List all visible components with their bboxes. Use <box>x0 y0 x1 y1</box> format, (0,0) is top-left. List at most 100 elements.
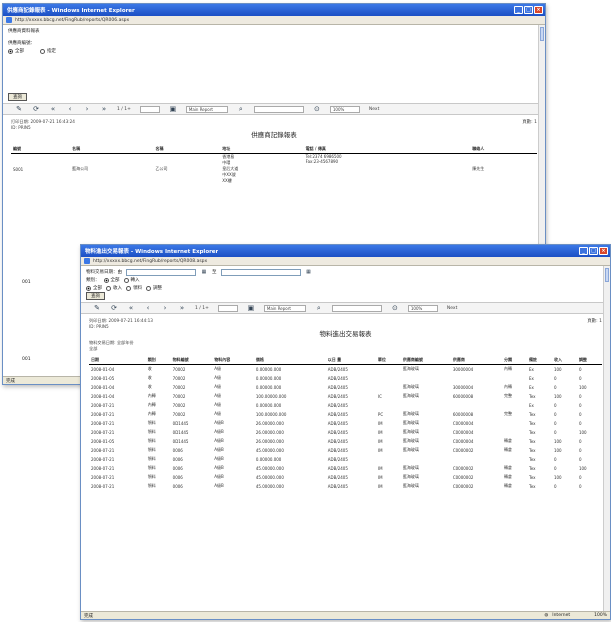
front-date-from-input[interactable] <box>126 268 196 276</box>
table-cell: 內轉 <box>147 402 156 407</box>
column-header: 分類 <box>502 356 527 365</box>
table-cell: 完整 <box>504 393 513 398</box>
column-header: 價格 <box>253 356 326 365</box>
front-search-input[interactable] <box>331 304 382 312</box>
table-cell: 70002 <box>172 375 186 381</box>
close-icon[interactable]: × <box>599 247 608 255</box>
calendar-icon[interactable]: ▦ <box>200 268 208 276</box>
back-radio-all[interactable]: 全部 <box>8 48 24 54</box>
first-page-icon[interactable]: « <box>127 304 135 312</box>
front-scrollbar[interactable] <box>603 266 610 611</box>
front-zoom-select[interactable]: 100% <box>407 304 438 312</box>
back-page-input[interactable] <box>139 105 160 113</box>
table-row: S001 藍海公司 乙公司 香港島 中環 皇后大道 中XX號 XX樓 Tel:2374 … <box>11 154 537 185</box>
table-cell: IC <box>377 393 382 399</box>
back-report-body: 打印日期: 2009-07-21 16:43:24 ID: PRIN5 供應商記… <box>3 115 545 188</box>
front-type-radio-in[interactable]: 轉入 <box>123 277 140 283</box>
prev-page-icon[interactable]: ‹ <box>66 105 74 113</box>
export-icon[interactable]: ▣ <box>247 304 255 312</box>
calendar-icon[interactable]: ▦ <box>305 268 313 276</box>
table-cell: IM <box>377 429 383 435</box>
table-cell: 70002 <box>172 393 186 399</box>
next-page-icon[interactable]: › <box>161 304 169 312</box>
front-kind-radio-issue[interactable]: 領料 <box>126 285 142 291</box>
front-address-bar[interactable]: http://xxxxx.bbcg.net/FingRub/reports/QR… <box>81 257 610 266</box>
table-cell: 藍海玻璃 <box>402 429 419 434</box>
search-icon[interactable]: ⌕ <box>237 105 245 113</box>
front-kind-radio-adjust[interactable]: 調整 <box>146 285 162 291</box>
column-header: 類別 <box>145 356 171 365</box>
front-report-toolbar: ✎ ⟳ « ‹ › » 1 / 1+ ▣ Main Report ⌕ ⊙ 100… <box>81 302 610 314</box>
table-cell: 30000004 <box>452 384 474 390</box>
table-cell: 收 <box>147 366 152 372</box>
back-url[interactable]: http://xxxxx.bbcg.net/FingRub/reports/QR… <box>15 18 129 23</box>
table-cell: A級B <box>214 447 224 452</box>
front-browser-window: 物料進出交易報表 - Windows Internet Explorer _ □… <box>80 244 611 620</box>
column-header: 單位 <box>375 356 401 365</box>
back-export-select[interactable]: Main Report <box>185 105 228 113</box>
back-query-button[interactable]: 查詢 <box>8 93 27 101</box>
back-filter-label: 供應商編號： <box>8 41 35 46</box>
close-icon[interactable]: × <box>534 6 543 14</box>
first-page-icon[interactable]: « <box>49 105 57 113</box>
back-search-input[interactable] <box>253 105 304 113</box>
table-cell <box>451 455 502 464</box>
export-icon[interactable]: ▣ <box>169 105 177 113</box>
back-zoom-select[interactable]: 100% <box>329 105 360 113</box>
front-title-bar[interactable]: 物料進出交易報表 - Windows Internet Explorer _ □… <box>81 245 610 257</box>
table-cell: A級B <box>214 465 224 470</box>
table-cell: 70002 <box>172 411 186 417</box>
search-icon[interactable]: ⌕ <box>315 304 323 312</box>
table-cell: 100 <box>553 447 562 453</box>
back-title-bar[interactable]: 供應商記錄報表 - Windows Internet Explorer _ □ … <box>3 4 545 16</box>
front-date-to-input[interactable] <box>220 268 301 276</box>
front-type-radio-all[interactable]: 全部 <box>103 277 120 283</box>
last-page-icon[interactable]: » <box>178 304 186 312</box>
table-cell: 領料 <box>147 483 156 488</box>
table-row: 2008-07-21 領料 0006 A級B 45.00000.000 ADB/2405 I… <box>89 482 602 491</box>
table-cell: 70002 <box>172 402 186 408</box>
table-cell: 0.00000.000 <box>255 375 282 381</box>
print-icon[interactable]: ✎ <box>15 105 23 113</box>
back-next-link[interactable]: Next <box>369 107 379 112</box>
maximize-icon[interactable]: □ <box>524 6 533 14</box>
binoculars-icon[interactable]: ⊙ <box>391 304 399 312</box>
table-cell: C0000002 <box>452 483 474 489</box>
table-cell: A級 <box>214 402 222 407</box>
table-cell: 0 <box>578 447 582 453</box>
back-address-bar[interactable]: http://xxxxx.bbcg.net/FingRub/reports/QR… <box>3 16 545 25</box>
refresh-icon[interactable]: ⟳ <box>32 105 40 113</box>
front-url[interactable]: http://xxxxx.bbcg.net/FingRub/reports/QR… <box>93 259 207 264</box>
table-cell: 乙公司 <box>155 166 168 171</box>
last-page-icon[interactable]: » <box>100 105 108 113</box>
table-cell: ADB/2405 <box>327 366 348 372</box>
back-window-title: 供應商記錄報表 - Windows Internet Explorer <box>7 8 135 14</box>
front-page-input[interactable] <box>217 304 238 312</box>
table-cell: 領料 <box>147 456 156 461</box>
table-cell: 藍海公司 <box>72 166 89 171</box>
next-page-icon[interactable]: › <box>83 105 91 113</box>
binoculars-icon[interactable]: ⊙ <box>313 105 321 113</box>
column-header: 供應商編號 <box>400 356 451 365</box>
table-cell: 轉倉 <box>504 438 513 443</box>
prev-page-icon[interactable]: ‹ <box>144 304 152 312</box>
table-cell: 30000004 <box>452 366 474 372</box>
table-cell <box>401 374 451 383</box>
table-cell: 0 <box>578 474 582 480</box>
front-kind-radio-receive[interactable]: 收入 <box>106 285 122 291</box>
front-next-link[interactable]: Next <box>447 306 457 311</box>
front-status-zoom[interactable]: 100% <box>594 613 607 618</box>
maximize-icon[interactable]: □ <box>589 247 598 255</box>
back-radio-select[interactable]: 指定 <box>40 48 56 54</box>
table-cell: IM <box>377 483 383 489</box>
print-icon[interactable]: ✎ <box>93 304 101 312</box>
table-cell: C0000004 <box>452 438 474 444</box>
front-query-button[interactable]: 查詢 <box>86 292 105 300</box>
front-export-select[interactable]: Main Report <box>263 304 306 312</box>
refresh-icon[interactable]: ⟳ <box>110 304 118 312</box>
table-cell: 0 <box>578 420 582 426</box>
minimize-icon[interactable]: _ <box>579 247 588 255</box>
minimize-icon[interactable]: _ <box>514 6 523 14</box>
front-kind-radio-all[interactable]: 全部 <box>86 285 102 291</box>
radio-label: 全部 <box>110 278 120 283</box>
